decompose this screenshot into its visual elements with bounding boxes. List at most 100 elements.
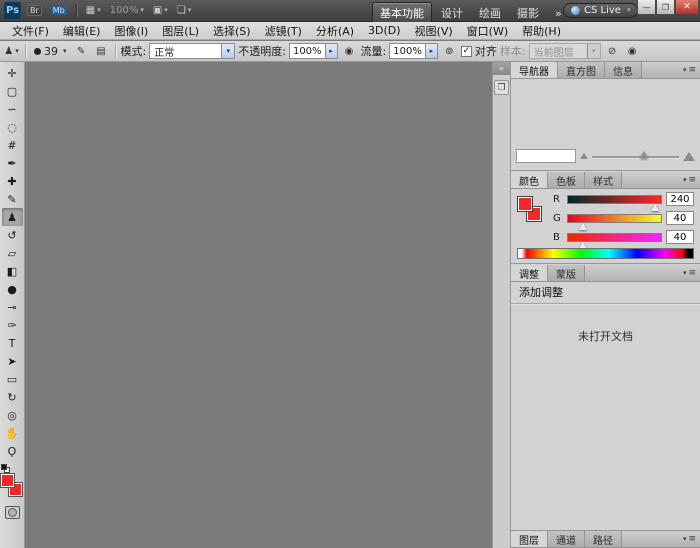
clone-stamp-tool[interactable]: ♟: [2, 208, 23, 226]
expand-dock-button[interactable]: »: [493, 62, 510, 75]
collapsed-panel-icon[interactable]: ❐: [494, 80, 509, 95]
workspace-essentials-button[interactable]: 基本功能: [372, 2, 432, 24]
tab-color[interactable]: 颜色: [511, 172, 548, 188]
quick-selection-tool[interactable]: ◌: [2, 118, 23, 136]
menu-3d[interactable]: 3D(D): [361, 22, 408, 39]
close-button[interactable]: ✕: [675, 0, 699, 15]
zoom-tool[interactable]: Ϙ: [2, 442, 23, 460]
mode-select[interactable]: 正常 ▾: [149, 43, 235, 59]
quick-mask-button[interactable]: [5, 506, 20, 519]
3d-object-rotate-tool[interactable]: ↻: [2, 388, 23, 406]
red-slider[interactable]: [567, 195, 662, 204]
tab-channels[interactable]: 通道: [548, 531, 585, 547]
green-slider-knob[interactable]: [579, 223, 587, 230]
workspace-design-button[interactable]: 设计: [434, 3, 470, 23]
tab-info[interactable]: 信息: [605, 62, 642, 78]
foreground-color-swatch[interactable]: [1, 474, 14, 487]
hand-tool[interactable]: ✋: [2, 424, 23, 442]
3d-camera-rotate-tool[interactable]: ◎: [2, 406, 23, 424]
red-slider-knob[interactable]: [651, 204, 659, 211]
tab-styles[interactable]: 样式: [585, 172, 622, 188]
canvas-area[interactable]: [25, 62, 492, 548]
tab-swatches[interactable]: 色板: [548, 172, 585, 188]
arrange-documents-button[interactable]: ▣▾: [150, 3, 171, 19]
foreground-color-swatch[interactable]: [518, 197, 532, 211]
green-value-input[interactable]: [666, 211, 694, 225]
spot-healing-brush-tool[interactable]: ✚: [2, 172, 23, 190]
move-tool[interactable]: ✛: [2, 64, 23, 82]
pen-tool[interactable]: ✑: [2, 316, 23, 334]
brush-preset-picker[interactable]: 39 ▾: [31, 43, 70, 60]
green-slider[interactable]: [567, 214, 662, 223]
checkbox-box[interactable]: ✓: [461, 46, 472, 57]
spinner-arrow-icon[interactable]: ▸: [426, 43, 438, 59]
screen-mode-button[interactable]: ❏▾: [174, 3, 194, 19]
navigator-slider-knob[interactable]: [640, 151, 648, 158]
rectangle-tool[interactable]: ▭: [2, 370, 23, 388]
menu-window[interactable]: 窗口(W): [460, 22, 515, 39]
color-spectrum-ramp[interactable]: [517, 248, 694, 259]
gradient-tool[interactable]: ◧: [2, 262, 23, 280]
ignore-adjustment-layers-button[interactable]: ⊘: [604, 43, 621, 60]
toggle-brush-panel-button[interactable]: ✎: [73, 43, 90, 60]
zoom-out-mountain-icon[interactable]: [580, 153, 588, 159]
tool-preset-picker[interactable]: ♟▾: [3, 43, 20, 60]
menu-help[interactable]: 帮助(H): [515, 22, 568, 39]
eyedropper-tool[interactable]: ✒: [2, 154, 23, 172]
minimize-button[interactable]: —: [637, 0, 656, 15]
menu-file[interactable]: 文件(F): [5, 22, 56, 39]
navigator-zoom-slider[interactable]: [592, 149, 679, 163]
workspace-photography-button[interactable]: 摄影: [510, 3, 546, 23]
launch-bridge-button[interactable]: Br: [24, 3, 45, 19]
default-colors-icon[interactable]: [1, 464, 10, 473]
type-tool[interactable]: T: [2, 334, 23, 352]
dodge-tool[interactable]: ⊸: [2, 298, 23, 316]
path-selection-tool[interactable]: ➤: [2, 352, 23, 370]
brush-tool[interactable]: ✎: [2, 190, 23, 208]
workspace-painting-button[interactable]: 绘画: [472, 3, 508, 23]
opacity-field[interactable]: 100% ▸: [289, 43, 338, 59]
crop-tool[interactable]: #: [2, 136, 23, 154]
tab-masks[interactable]: 蒙版: [548, 265, 585, 281]
panel-menu-button[interactable]: ▾≡: [679, 172, 700, 188]
red-value-input[interactable]: [666, 192, 694, 206]
menu-select[interactable]: 选择(S): [206, 22, 258, 39]
launch-minibridge-button[interactable]: Mb: [48, 3, 70, 19]
airbrush-button[interactable]: ⊚: [441, 43, 458, 60]
blue-slider[interactable]: [567, 233, 662, 242]
menu-view[interactable]: 视图(V): [408, 22, 460, 39]
pressure-size-button[interactable]: ◉: [624, 43, 641, 60]
rectangular-marquee-tool[interactable]: ▢: [2, 82, 23, 100]
toggle-clone-source-button[interactable]: ▤: [93, 43, 110, 60]
menu-analysis[interactable]: 分析(A): [309, 22, 361, 39]
blur-tool-icon: ●: [7, 283, 17, 296]
menu-layer[interactable]: 图层(L): [155, 22, 206, 39]
menu-filter[interactable]: 滤镜(T): [258, 22, 309, 39]
restore-button[interactable]: ❐: [656, 0, 675, 15]
zoom-level-button[interactable]: 100%▾: [107, 3, 147, 19]
history-brush-tool[interactable]: ↺: [2, 226, 23, 244]
panel-menu-button[interactable]: ▾≡: [679, 265, 700, 281]
tab-layers[interactable]: 图层: [511, 531, 548, 547]
spinner-arrow-icon[interactable]: ▸: [326, 43, 338, 59]
tab-adjustments[interactable]: 调整: [511, 265, 548, 281]
blur-tool[interactable]: ●: [2, 280, 23, 298]
navigator-zoom-input[interactable]: [516, 149, 576, 163]
aligned-checkbox[interactable]: ✓ 对齐: [461, 43, 497, 59]
view-extras-button[interactable]: ▦▾: [83, 3, 104, 19]
tab-navigator[interactable]: 导航器: [511, 62, 558, 78]
panel-menu-button[interactable]: ▾≡: [679, 531, 700, 547]
zoom-in-mountain-icon[interactable]: [683, 152, 695, 161]
pressure-opacity-button[interactable]: ◉: [341, 43, 358, 60]
tab-paths[interactable]: 路径: [585, 531, 622, 547]
combo-arrow[interactable]: ▾: [221, 44, 234, 58]
panel-menu-button[interactable]: ▾≡: [679, 62, 700, 78]
lasso-tool[interactable]: ∽: [2, 100, 23, 118]
menu-edit[interactable]: 编辑(E): [56, 22, 108, 39]
menu-image[interactable]: 图像(I): [107, 22, 155, 39]
flow-field[interactable]: 100% ▸: [389, 43, 438, 59]
eraser-tool[interactable]: ▱: [2, 244, 23, 262]
cs-live-button[interactable]: CS Live ▾: [563, 3, 638, 18]
tab-histogram[interactable]: 直方图: [558, 62, 605, 78]
blue-value-input[interactable]: [666, 230, 694, 244]
